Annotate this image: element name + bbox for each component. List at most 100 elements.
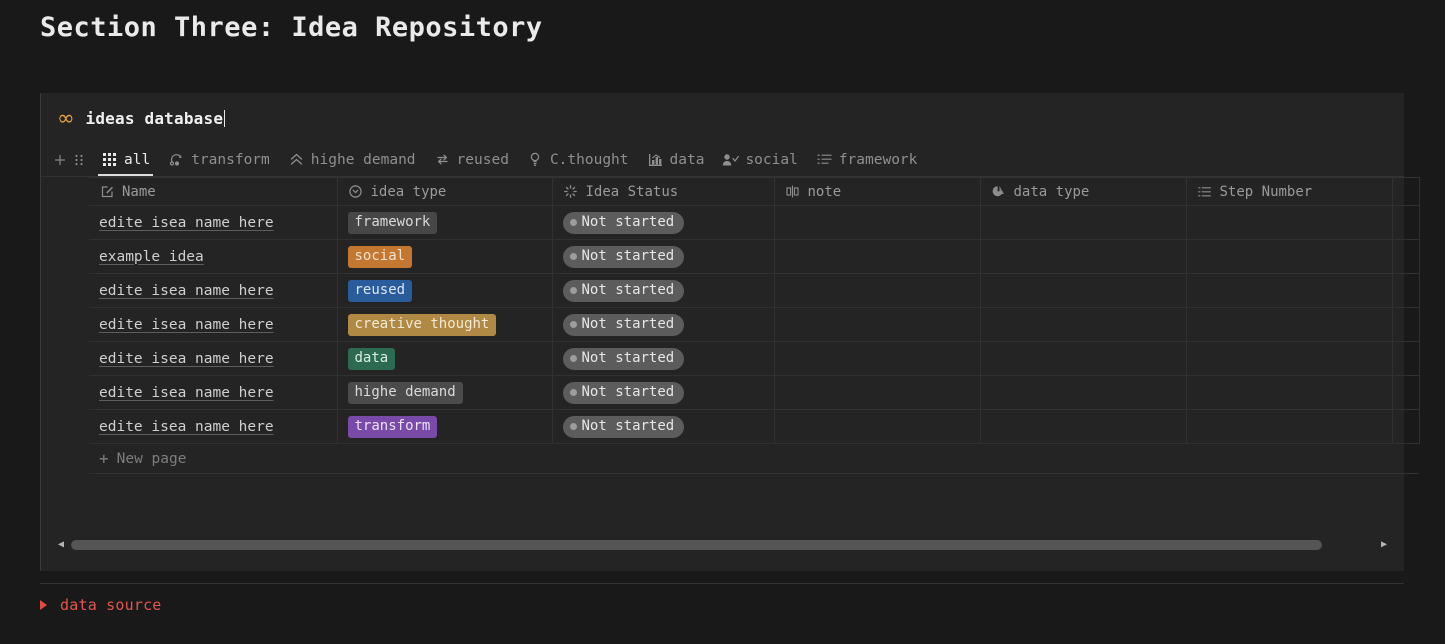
table-row[interactable]: edite isea name here reused Not started [89, 273, 1420, 308]
cell-note[interactable] [774, 239, 981, 274]
cell-step-number[interactable] [1186, 273, 1393, 308]
table-row[interactable]: edite isea name here data Not started [89, 341, 1420, 376]
cell-step-number[interactable] [1186, 375, 1393, 410]
column-header-data-type[interactable]: data type [980, 177, 1187, 206]
cell-step-number[interactable] [1186, 307, 1393, 342]
triangle-right-icon[interactable] [40, 600, 47, 610]
table-row[interactable]: edite isea name here highe demand Not st… [89, 375, 1420, 410]
tab-social[interactable]: social [713, 143, 806, 176]
status-dot [569, 354, 577, 362]
column-label: note [807, 183, 842, 200]
scrollbar-thumb[interactable] [71, 540, 1322, 550]
cell-data-type[interactable] [980, 409, 1187, 444]
tab-label: C.thought [549, 151, 629, 168]
scrollbar-track[interactable] [71, 540, 1374, 550]
cell-spacer [1392, 409, 1420, 444]
person-check-icon [722, 151, 740, 168]
row-name[interactable]: edite isea name here [99, 317, 274, 333]
status-label: Not started [581, 383, 675, 400]
tab-label: data [669, 151, 705, 168]
table-header-row: Name idea type Idea Status note data typ… [89, 177, 1420, 206]
cell-note[interactable] [774, 273, 981, 308]
column-header-idea-status[interactable]: Idea Status [552, 177, 775, 206]
tab-all[interactable]: all [92, 143, 159, 176]
row-name[interactable]: edite isea name here [99, 283, 274, 299]
row-name[interactable]: edite isea name here [99, 215, 274, 231]
status-badge: Not started [562, 211, 685, 234]
cell-note[interactable] [774, 341, 981, 376]
cell-step-number[interactable] [1186, 239, 1393, 274]
status-badge: Not started [562, 279, 685, 302]
scroll-left-arrow-icon[interactable]: ◀ [55, 540, 67, 550]
cell-step-number[interactable] [1186, 409, 1393, 444]
column-header-name[interactable]: Name [89, 177, 338, 206]
scroll-right-arrow-icon[interactable]: ▶ [1378, 540, 1390, 550]
text-caret [224, 109, 226, 127]
column-header-idea-type[interactable]: idea type [337, 177, 553, 206]
column-header-add[interactable] [1392, 177, 1420, 206]
drag-handle-icon[interactable] [70, 147, 88, 173]
cell-data-type[interactable] [980, 341, 1187, 376]
status-label: Not started [581, 247, 675, 264]
cell-step-number[interactable] [1186, 205, 1393, 240]
status-dot [569, 218, 577, 226]
horizontal-scrollbar[interactable]: ◀ ▶ [41, 537, 1404, 553]
tab-reused[interactable]: reused [425, 143, 518, 176]
cell-note[interactable] [774, 307, 981, 342]
cell-data-type[interactable] [980, 307, 1187, 342]
cell-spacer [1392, 205, 1420, 240]
cell-note[interactable] [774, 205, 981, 240]
database-table: Name idea type Idea Status note data typ… [89, 177, 1420, 444]
tab-label: transform [191, 151, 270, 168]
view-tabs-bar: all transform highe demand reused C.thou… [41, 143, 1404, 177]
cell-note[interactable] [774, 375, 981, 410]
cell-spacer [1392, 341, 1420, 376]
column-label: Idea Status [585, 183, 679, 200]
cell-data-type[interactable] [980, 375, 1187, 410]
table-row[interactable]: example idea social Not started [89, 239, 1420, 274]
bar-chart-icon [647, 151, 664, 168]
idea-type-tag: framework [347, 211, 438, 234]
tab-c-thought[interactable]: C.thought [518, 143, 638, 176]
status-label: Not started [581, 213, 675, 230]
footer-divider [40, 583, 1404, 584]
row-name[interactable]: edite isea name here [99, 351, 274, 367]
new-page-button[interactable]: + New page [89, 444, 1419, 474]
active-tab-underline [98, 174, 154, 176]
tab-transform[interactable]: transform [159, 143, 279, 176]
row-name[interactable]: example idea [99, 249, 204, 265]
column-header-note[interactable]: note [774, 177, 981, 206]
chevron-up-stack-icon [288, 151, 305, 168]
table-row[interactable]: edite isea name here transform Not start… [89, 409, 1420, 444]
row-name[interactable]: edite isea name here [99, 385, 274, 401]
status-label: Not started [581, 315, 675, 332]
status-label: Not started [581, 417, 675, 434]
status-dot [569, 252, 577, 260]
tab-data[interactable]: data [638, 143, 714, 176]
tab-label: reused [456, 151, 509, 168]
idea-type-tag: reused [347, 279, 413, 302]
tab-framework[interactable]: framework [807, 143, 927, 176]
cell-data-type[interactable] [980, 205, 1187, 240]
cell-data-type[interactable] [980, 273, 1187, 308]
list-checks-icon [816, 151, 833, 168]
tab-highe-demand[interactable]: highe demand [279, 143, 425, 176]
add-view-button[interactable] [50, 147, 70, 173]
cell-note[interactable] [774, 409, 981, 444]
status-badge: Not started [562, 347, 685, 370]
dual-pane-icon [785, 184, 801, 200]
list-icon [1197, 184, 1213, 200]
table-row[interactable]: edite isea name here creative thought No… [89, 307, 1420, 342]
status-dot [569, 388, 577, 396]
row-name[interactable]: edite isea name here [99, 419, 274, 435]
column-label: Step Number [1219, 183, 1313, 200]
cell-spacer [1392, 273, 1420, 308]
column-header-step-number[interactable]: Step Number [1186, 177, 1393, 206]
data-source-toggle[interactable]: data source [40, 594, 162, 616]
status-dot [569, 320, 577, 328]
cell-data-type[interactable] [980, 239, 1187, 274]
table-row[interactable]: edite isea name here framework Not start… [89, 205, 1420, 240]
cell-step-number[interactable] [1186, 341, 1393, 376]
database-title[interactable]: ideas database [86, 109, 224, 128]
column-label: idea type [370, 183, 447, 200]
